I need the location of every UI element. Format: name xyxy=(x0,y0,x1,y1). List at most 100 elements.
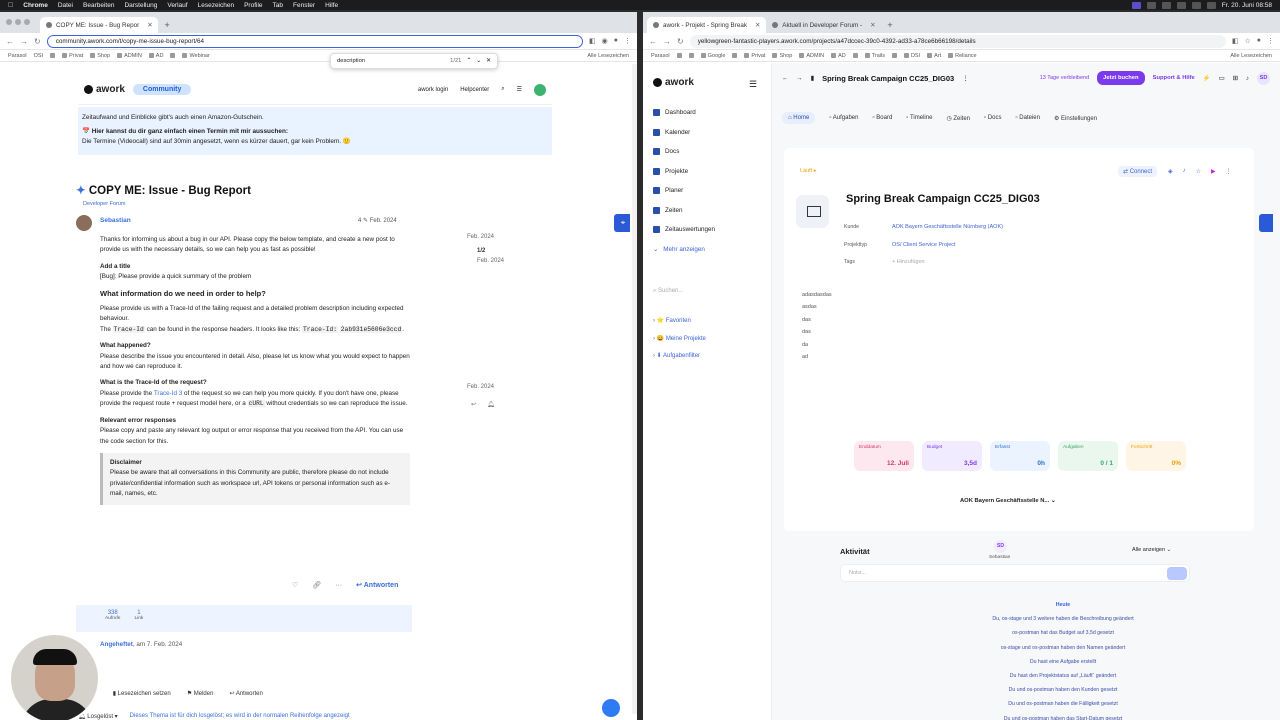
bookmark[interactable] xyxy=(50,53,56,58)
new-tab-icon[interactable]: + xyxy=(164,20,169,30)
bookmark[interactable]: Art xyxy=(927,53,941,59)
new-tab-icon[interactable]: + xyxy=(887,20,892,30)
tab-aufgaben[interactable]: ▫ Aufgaben xyxy=(829,115,858,124)
bookmark[interactable] xyxy=(170,53,176,58)
bookmark[interactable]: Parasol xyxy=(8,53,27,59)
category-link[interactable]: Developer Forum xyxy=(83,201,126,207)
bookmark[interactable]: Shop xyxy=(90,53,110,59)
bookmark[interactable]: ADMIN xyxy=(799,53,824,59)
profile-icon[interactable]: ● xyxy=(614,37,618,45)
apple-icon[interactable]:  xyxy=(8,2,13,9)
tab-active[interactable]: COPY ME: Issue - Bug Repor ✕ xyxy=(40,17,159,33)
close-tab-icon[interactable]: ✕ xyxy=(755,22,760,29)
collapse-menu-icon[interactable]: ☰ xyxy=(749,79,757,90)
extension-icon[interactable]: ◧ xyxy=(1232,37,1239,45)
forward-icon[interactable]: → xyxy=(796,75,802,82)
author-name[interactable]: Sebastian xyxy=(100,217,131,224)
sidebar-item-docs[interactable]: Docs xyxy=(653,142,715,162)
sidebar-item-zeitauswertungen[interactable]: Zeitauswertungen xyxy=(653,220,715,240)
kpi-budget[interactable]: Budget 3,5d xyxy=(922,441,982,471)
post-meta[interactable]: 4 ✎ Feb. 2024 xyxy=(358,217,397,224)
feed-item[interactable]: Du, os-stage und 3 weitere haben die Bes… xyxy=(933,612,1193,626)
bookmark[interactable]: Trails xyxy=(864,53,885,59)
bookmark[interactable]: Webinar xyxy=(182,53,210,59)
sidebar-item-projekte[interactable]: Projekte xyxy=(653,162,715,182)
kpi-enddatum[interactable]: Enddatum 12. Juli xyxy=(854,441,914,471)
find-input[interactable]: description xyxy=(337,58,365,64)
feed-item[interactable]: Du hast eine Aufgabe erstellt xyxy=(933,655,1193,669)
book-now-button[interactable]: Jetzt buchen xyxy=(1097,71,1145,85)
menu-item[interactable]: Darstellung xyxy=(124,2,157,9)
more-icon[interactable]: ⋮ xyxy=(962,75,968,82)
owner-avatar[interactable]: SD xyxy=(994,540,1007,553)
menu-item[interactable]: Tab xyxy=(273,2,283,9)
flag-button[interactable]: ⚑ Melden xyxy=(187,690,214,697)
awork-logo[interactable]: awork xyxy=(84,84,125,95)
bookmark[interactable]: AD xyxy=(148,53,163,59)
awork-login-link[interactable]: awork login xyxy=(418,87,448,93)
helpcenter-link[interactable]: Helpcenter xyxy=(460,87,489,93)
search-icon[interactable]: ⌕ xyxy=(501,86,504,93)
clock[interactable]: Fr. 20. Juni 08:58 xyxy=(1222,2,1272,9)
feed-item[interactable]: Du und os-postman haben den Kunden geset… xyxy=(933,683,1193,697)
play-icon[interactable]: ▶ xyxy=(1211,168,1216,175)
scrollbar[interactable] xyxy=(632,64,637,714)
bookmark[interactable]: AD xyxy=(831,53,846,59)
bookmark[interactable]: Reliance xyxy=(948,53,977,59)
feed-item[interactable]: os-postman hat das Budget auf 3,5d geset… xyxy=(933,626,1193,640)
tab-board[interactable]: ▫ Board xyxy=(872,115,892,124)
forward-icon[interactable]: → xyxy=(663,37,671,46)
bookmark[interactable] xyxy=(676,53,682,58)
menu-item[interactable]: Datei xyxy=(58,2,73,9)
reply-button[interactable]: ↩ Antworten xyxy=(229,690,262,697)
bell-icon[interactable]: ♪ xyxy=(1246,75,1249,82)
feed-item[interactable]: Du und os-postman haben die Fälligkeit g… xyxy=(933,697,1193,711)
tab[interactable]: Aktuell in Developer Forum - ✕ xyxy=(766,17,881,33)
back-icon[interactable]: ← xyxy=(6,37,14,46)
show-all-dropdown[interactable]: Alle anzeigen ⌄ xyxy=(1132,547,1171,553)
reply-icon[interactable]: ↩ xyxy=(471,401,476,410)
tab-active[interactable]: awork - Projekt - Spring Break ✕ xyxy=(647,17,767,33)
customer-link[interactable]: AOK Bayern Geschäftsstelle Nürnberg (AOK… xyxy=(892,219,1003,237)
wifi-icon[interactable] xyxy=(1191,1,1201,9)
menu-icon[interactable]: ⋮ xyxy=(624,37,631,45)
tab-timeline[interactable]: ▫ Timeline xyxy=(906,115,932,124)
menu-item[interactable]: Hilfe xyxy=(325,2,338,9)
project-name[interactable]: Spring Break Campaign CC25_DIG03 xyxy=(846,193,1040,205)
bookmark[interactable]: Privat xyxy=(62,53,83,59)
add-tag-button[interactable]: + Hinzufügen xyxy=(892,254,1003,272)
bell-icon[interactable]: 🔔︎ xyxy=(487,401,495,410)
timeline-date[interactable]: Feb. 2024 xyxy=(467,233,494,242)
tab-dateien[interactable]: ▫ Dateien xyxy=(1016,115,1040,124)
like-icon[interactable]: ♡ xyxy=(292,581,298,589)
tab-docs[interactable]: ▫ Docs xyxy=(984,115,1001,124)
tray-icon[interactable] xyxy=(1161,1,1171,9)
menu-item[interactable]: Profile xyxy=(244,2,262,9)
more-icon[interactable]: ··· xyxy=(335,582,342,589)
projecttype-link[interactable]: OS/ Client Service Project xyxy=(892,237,1003,255)
awork-logo[interactable]: awork xyxy=(653,77,694,88)
group-aufgabenfilter[interactable]: › ⬇ Aufgabenfilter xyxy=(653,348,706,366)
community-badge[interactable]: Community xyxy=(132,84,192,95)
bookmark[interactable] xyxy=(732,53,738,58)
side-extension-icon[interactable]: ⌖ xyxy=(614,214,630,232)
user-avatar[interactable] xyxy=(534,83,546,96)
back-icon[interactable]: ← xyxy=(782,75,788,82)
tab-home[interactable]: ⌂ Home xyxy=(782,112,816,124)
reload-icon[interactable]: ↻ xyxy=(34,37,41,46)
extension-icon[interactable]: ◧ xyxy=(589,37,596,45)
sidebar-search[interactable]: ⌕ Suchen... xyxy=(653,288,683,295)
zoom-dot[interactable] xyxy=(24,19,30,25)
avatar[interactable]: SD xyxy=(1257,71,1270,85)
tray-icon[interactable] xyxy=(1146,1,1156,9)
sidebar-item-planer[interactable]: Planer xyxy=(653,181,715,201)
bell-icon[interactable]: ♪ xyxy=(1183,168,1186,175)
bookmark[interactable]: Privat xyxy=(744,53,765,59)
menu-item[interactable]: Verlauf xyxy=(167,2,187,9)
customer-dropdown[interactable]: AOK Bayern Geschäftsstelle N... ⌄ xyxy=(960,498,1056,504)
group-meine-projekte[interactable]: › 😀 Meine Projekte xyxy=(653,331,706,349)
menu-item[interactable]: Fenster xyxy=(293,2,315,9)
note-input[interactable]: Notiz... xyxy=(840,564,1190,582)
timeline-date[interactable]: Feb. 2024 xyxy=(477,257,504,266)
menu-item[interactable]: Lesezeichen xyxy=(198,2,235,9)
